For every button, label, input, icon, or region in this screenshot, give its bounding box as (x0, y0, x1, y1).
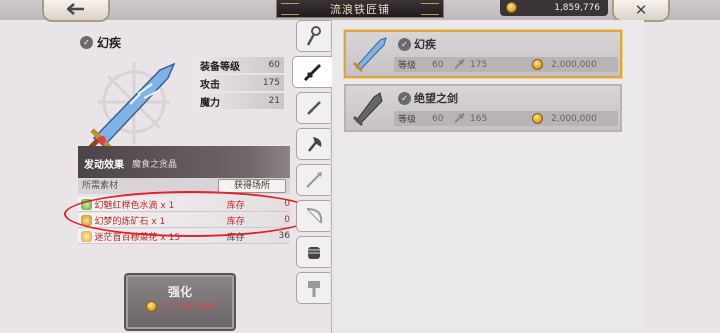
axe-icon (307, 137, 321, 152)
category-tabs (292, 20, 332, 333)
ore-icon (81, 214, 92, 226)
dagger-icon (306, 101, 321, 115)
weapon-card[interactable]: ✓ 绝望之剑 等级 60 🗡 165 2,000,000 (344, 84, 622, 132)
tab-axe[interactable] (296, 128, 330, 160)
gold-coin-icon (146, 301, 157, 312)
tab-spear[interactable] (296, 164, 330, 196)
gold-counter: 1,859,776 (500, 0, 608, 16)
effect-bar: 发动效果 魔食之贪晶 (78, 146, 290, 180)
materials-header-label: 所需素材 (82, 181, 119, 191)
materials-header: 所需素材 获得场所 (78, 178, 290, 194)
gold-coin-icon (532, 59, 543, 70)
weapon-name: ✓ 幻疾 (398, 36, 436, 52)
tab-hammer[interactable] (296, 272, 330, 304)
spear-icon (305, 172, 322, 188)
enhance-button[interactable]: 强化 2,000,000 (124, 273, 236, 331)
weapon-sword-icon (352, 92, 383, 127)
stat-equip-level: 装备等级 60 (196, 57, 284, 73)
tab-sword[interactable] (292, 56, 332, 88)
hammer-icon (307, 281, 320, 297)
tab-gauntlet[interactable] (296, 236, 330, 268)
close-icon: ✕ (634, 1, 648, 19)
quality-badge-icon: ✓ (398, 37, 411, 51)
flower-icon (81, 230, 92, 242)
staff-icon (306, 26, 321, 46)
weapon-stats-row: 等级 60 🗡 165 2,000,000 (394, 111, 618, 126)
weapon-stats-row: 等级 60 🗡 175 2,000,000 (394, 57, 618, 72)
enhance-cost: 2,000,000 (146, 301, 214, 312)
attack-icon: 🗡 (454, 113, 466, 124)
enhance-label: 强化 (167, 285, 192, 299)
close-button[interactable]: ✕ (612, 0, 670, 22)
stat-attack: 攻击 175 (196, 75, 284, 91)
material-row[interactable]: 幻魅红榉色水滴 x 1 库存 0 (78, 197, 290, 212)
stat-magic: 魔力 21 (196, 93, 284, 109)
quality-badge-icon: ✓ (80, 36, 93, 49)
item-name: 幻疾 (97, 36, 122, 50)
material-row[interactable]: 幻梦的炼矿石 x 1 库存 0 (78, 213, 290, 228)
tab-dagger[interactable] (296, 92, 330, 124)
gold-coin-icon (532, 113, 543, 124)
back-button[interactable] (42, 0, 110, 22)
item-detail-panel: ✓ 幻疾 装备等级 60 攻击 175 魔力 21 发动效果 魔食之贪晶 所需素… (72, 22, 294, 333)
sword-icon (303, 63, 321, 82)
obtain-location-button[interactable]: 获得场所 (218, 179, 286, 193)
effect-label: 发动效果 (84, 159, 124, 171)
tab-bow[interactable] (296, 200, 330, 232)
gold-amount: 1,859,776 (554, 3, 600, 13)
tab-staff[interactable] (296, 20, 330, 52)
enhance-cost-value: 2,000,000 (163, 301, 214, 312)
weapon-card-selected[interactable]: ✓ 幻疾 等级 60 🗡 175 2,000,000 (344, 30, 622, 78)
material-row[interactable]: 迷茫首百穆菜花 x 15 库存 36 (78, 229, 290, 244)
attack-icon: 🗡 (454, 59, 466, 70)
weapon-name: ✓ 绝望之剑 (398, 90, 458, 106)
shop-title: 流浪铁匠铺 (276, 0, 444, 18)
effect-value: 魔食之贪晶 (132, 159, 178, 170)
weapon-list: ✓ 幻疾 等级 60 🗡 175 2,000,000 ✓ 绝望之剑 等级 60 … (331, 20, 644, 333)
droplet-icon (81, 198, 92, 210)
quality-badge-icon: ✓ (398, 91, 411, 105)
item-title: ✓ 幻疾 (80, 34, 121, 51)
bow-icon (306, 208, 322, 224)
gold-coin-icon (506, 2, 517, 13)
weapon-sword-icon (352, 37, 387, 73)
arrow-left-icon (66, 1, 85, 19)
gauntlet-icon (307, 247, 320, 259)
